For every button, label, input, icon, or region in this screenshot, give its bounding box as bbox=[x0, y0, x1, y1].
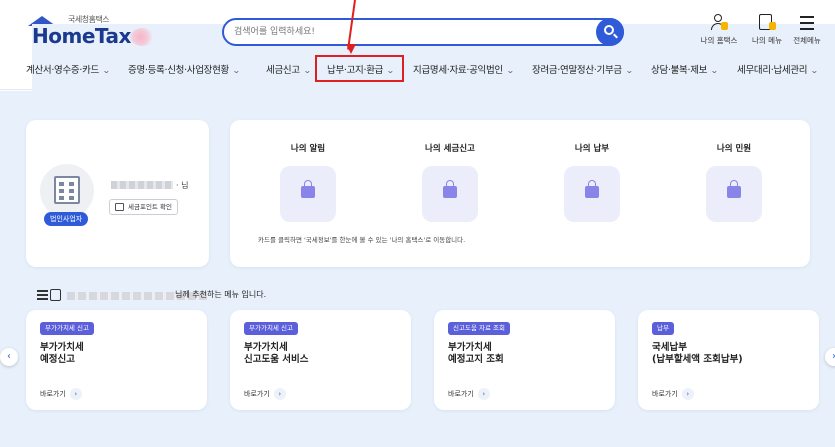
chevron-down-icon: ⌄ bbox=[505, 66, 515, 75]
chevron-right-icon: › bbox=[477, 388, 490, 400]
point-icon bbox=[115, 203, 124, 211]
carousel-prev-button[interactable]: ‹ bbox=[0, 348, 18, 366]
chevron-down-icon: ⌄ bbox=[102, 66, 111, 75]
go-label: 바로가기 bbox=[652, 390, 678, 398]
site-header: 국세청홈택스 HomeTax 나의 홈택스 나의 메뉴 전체메뉴 계산서·영수증… bbox=[0, 0, 835, 380]
chevron-down-icon: ⌄ bbox=[624, 66, 634, 75]
user-name-redacted bbox=[111, 181, 173, 189]
go-link[interactable]: 바로가기 › bbox=[40, 388, 82, 400]
nav-item-consult[interactable]: 상담·불복·제보 ⌄ bbox=[651, 62, 719, 76]
card-title: 국세납부 (납부할세액 조회납부) bbox=[652, 342, 743, 365]
lock-icon bbox=[727, 180, 741, 198]
search-input[interactable] bbox=[234, 23, 594, 41]
lock-icon bbox=[443, 180, 457, 198]
tile-label: 나의 세금신고 bbox=[425, 144, 475, 154]
chevron-right-icon: › bbox=[681, 388, 694, 400]
my-hometax-label: 나의 홈택스 bbox=[700, 36, 738, 45]
my-menu-button[interactable]: 나의 메뉴 bbox=[746, 14, 788, 46]
main-content: 법인사업자 · 님 세금포인트 확인 나의 알림 나의 세금신고 나의 납부 나… bbox=[0, 91, 835, 447]
nav-item-incentives[interactable]: 장려금·연말정산·기부금 ⌄ bbox=[532, 62, 634, 76]
nav-label: 지급명세·자료·공익법인 bbox=[413, 65, 503, 76]
go-link[interactable]: 바로가기 › bbox=[448, 388, 490, 400]
thumbs-up-icon bbox=[50, 289, 61, 301]
name-suffix-text: 님 bbox=[181, 181, 189, 190]
category-tag: 부가가치세 신고 bbox=[40, 322, 94, 335]
highlight-box bbox=[315, 55, 404, 82]
search-button[interactable] bbox=[596, 18, 624, 46]
tile-label: 나의 알림 bbox=[290, 144, 326, 154]
card-title: 부가가치세 예정고지 조회 bbox=[448, 342, 504, 365]
recommend-card-national-tax-payment[interactable]: 납부 국세납부 (납부할세액 조회납부) 바로가기 › bbox=[638, 310, 819, 410]
tile-my-payment[interactable]: 나의 납부 bbox=[532, 142, 652, 222]
main-nav: 계산서·영수증·카드 ⌄ 증명·등록·신청·사업장현황 ⌄ 세금신고 ⌄ 납부·고지·… bbox=[0, 58, 835, 88]
corporate-badge: 법인사업자 bbox=[44, 212, 89, 226]
recommend-card-vat-preliminary[interactable]: 부가가치세 신고 부가가치세 예정신고 바로가기 › bbox=[26, 310, 207, 410]
my-hometax-button[interactable]: 나의 홈택스 bbox=[698, 14, 740, 46]
nav-label: 세금신고 bbox=[266, 65, 300, 76]
recommend-text: 님께 추천하는 메뉴 입니다. bbox=[175, 290, 267, 299]
card-title: 부가가치세 예정신고 bbox=[40, 342, 84, 365]
go-label: 바로가기 bbox=[244, 390, 270, 398]
tax-point-label: 세금포인트 확인 bbox=[128, 203, 172, 211]
nav-label: 세무대리·납세관리 bbox=[737, 65, 808, 76]
profile-card: 법인사업자 · 님 세금포인트 확인 bbox=[26, 120, 209, 267]
lock-icon bbox=[301, 180, 315, 198]
my-menu-label: 나의 메뉴 bbox=[752, 36, 782, 45]
recommend-card-vat-help[interactable]: 부가가치세 신고 부가가치세 신고도움 서비스 바로가기 › bbox=[230, 310, 411, 410]
lock-icon bbox=[585, 180, 599, 198]
nav-label: 장려금·연말정산·기부금 bbox=[532, 65, 622, 76]
nav-item-tax-agent[interactable]: 세무대리·납세관리 ⌄ bbox=[737, 62, 819, 76]
tile-label: 나의 납부 bbox=[574, 144, 610, 154]
chevron-down-icon: ⌄ bbox=[302, 66, 312, 75]
name-suffix: · 님 bbox=[176, 181, 189, 190]
my-menu-icon bbox=[757, 14, 777, 32]
avatar bbox=[40, 164, 94, 218]
tile-label: 나의 민원 bbox=[716, 144, 752, 154]
tiles-note: 카드를 클릭하면 '국세정보'를 한눈에 볼 수 있는 '나의 홈택스'로 이동… bbox=[258, 236, 466, 244]
category-tag: 신고도움 자료 조회 bbox=[448, 322, 510, 335]
tax-point-button[interactable]: 세금포인트 확인 bbox=[109, 199, 178, 215]
category-tag: 납부 bbox=[652, 322, 674, 335]
blossom-icon bbox=[130, 28, 156, 46]
my-hometax-card: 나의 알림 나의 세금신고 나의 납부 나의 민원 카드를 클릭하면 '국세정보… bbox=[230, 120, 810, 267]
chevron-down-icon: ⌄ bbox=[810, 66, 819, 75]
go-label: 바로가기 bbox=[40, 390, 66, 398]
building-icon bbox=[54, 176, 80, 204]
nav-label: 증명·등록·신청·사업장현황 bbox=[128, 65, 229, 76]
chevron-right-icon: › bbox=[69, 388, 82, 400]
nav-item-certificates[interactable]: 증명·등록·신청·사업장현황 ⌄ bbox=[128, 62, 241, 76]
nav-item-statements[interactable]: 지급명세·자료·공익법인 ⌄ bbox=[413, 62, 515, 76]
nav-label: 계산서·영수증·카드 bbox=[26, 65, 99, 76]
chevron-down-icon: ⌄ bbox=[710, 66, 719, 75]
tile-my-alerts[interactable]: 나의 알림 bbox=[248, 142, 368, 222]
chevron-right-icon: › bbox=[273, 388, 286, 400]
hometax-logo[interactable]: 국세청홈택스 HomeTax bbox=[26, 14, 835, 380]
card-title: 부가가치세 신고도움 서비스 bbox=[244, 342, 309, 365]
all-menu-label: 전체메뉴 bbox=[793, 36, 821, 45]
carousel-next-button[interactable]: › bbox=[825, 348, 835, 366]
user-icon bbox=[709, 14, 729, 32]
go-label: 바로가기 bbox=[448, 390, 474, 398]
nav-item-tax-return[interactable]: 세금신고 ⌄ bbox=[266, 62, 312, 76]
all-menu-button[interactable]: 전체메뉴 bbox=[786, 14, 828, 46]
go-link[interactable]: 바로가기 › bbox=[244, 388, 286, 400]
search-bar bbox=[222, 18, 624, 46]
chevron-down-icon: ⌄ bbox=[232, 66, 241, 75]
nav-label: 상담·불복·제보 bbox=[651, 65, 708, 76]
tile-my-tax-return[interactable]: 나의 세금신고 bbox=[390, 142, 510, 222]
tile-my-civil[interactable]: 나의 민원 bbox=[674, 142, 794, 222]
recommend-card-vat-notice[interactable]: 신고도움 자료 조회 부가가치세 예정고지 조회 바로가기 › bbox=[434, 310, 615, 410]
hamburger-menu-icon bbox=[797, 14, 817, 32]
nav-item-receipts[interactable]: 계산서·영수증·카드 ⌄ bbox=[26, 62, 111, 76]
go-link[interactable]: 바로가기 › bbox=[652, 388, 694, 400]
annotation-arrow-head bbox=[346, 44, 356, 54]
category-tag: 부가가치세 신고 bbox=[244, 322, 298, 335]
